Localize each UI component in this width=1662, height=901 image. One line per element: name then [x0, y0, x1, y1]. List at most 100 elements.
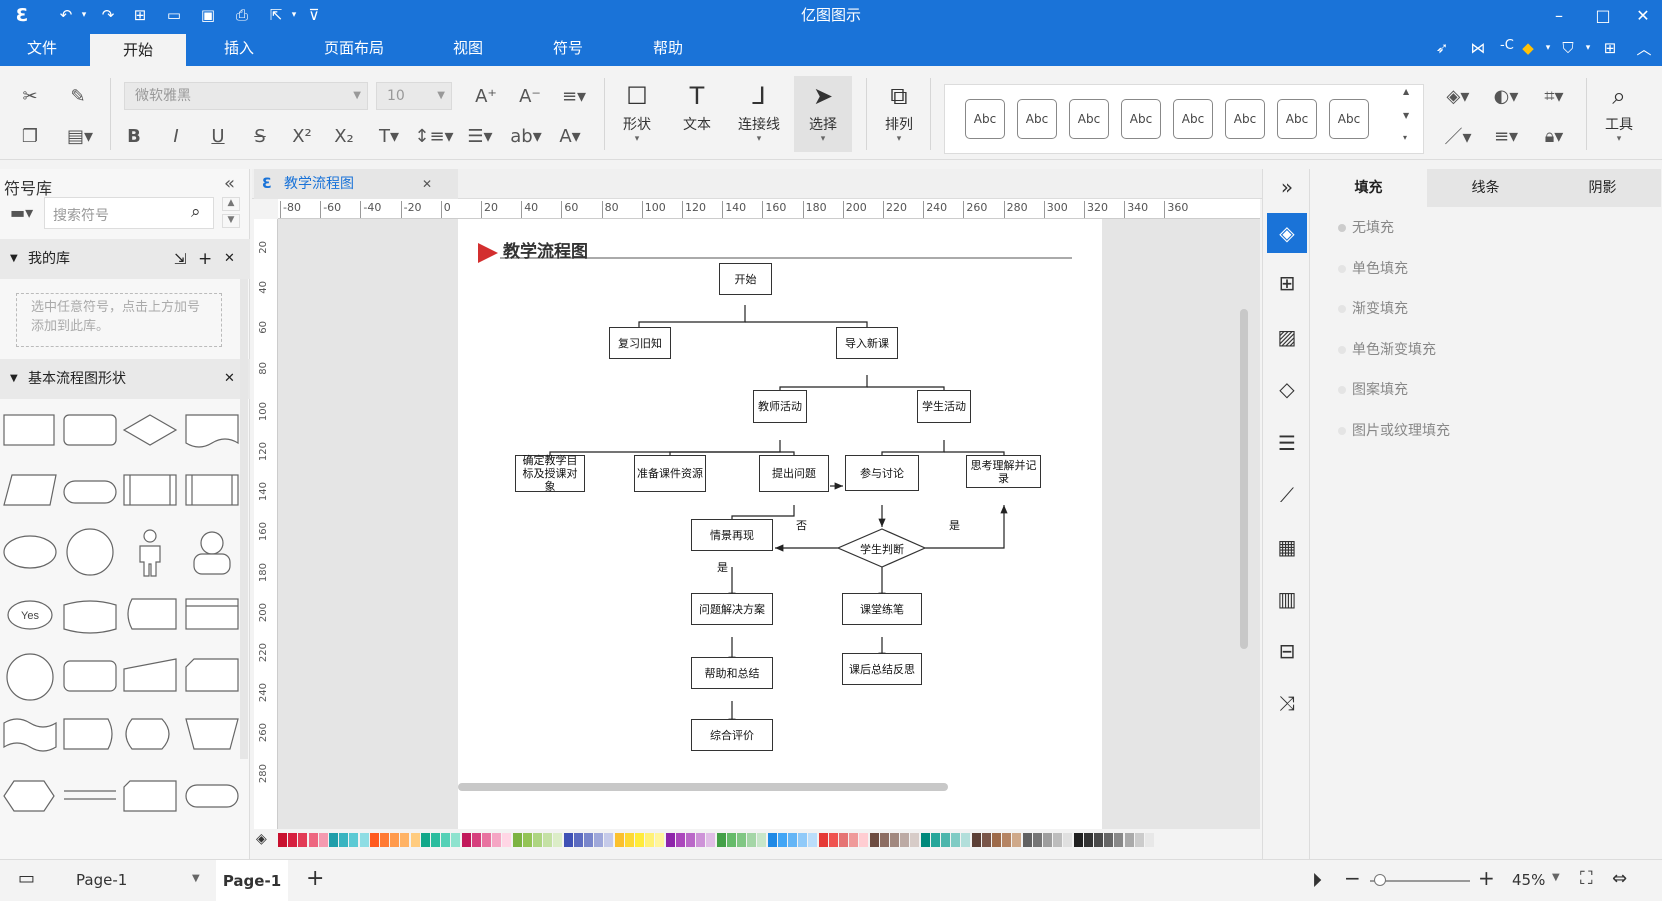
style-swatch[interactable]: Abc [965, 99, 1005, 139]
shape-database[interactable] [63, 600, 117, 634]
color-swatch[interactable] [859, 833, 869, 847]
color-swatch[interactable] [879, 833, 889, 847]
color-swatch[interactable] [492, 833, 502, 847]
color-swatch[interactable] [665, 833, 675, 847]
page-select[interactable]: Page-1 ▼ [76, 871, 206, 889]
fill-option-none[interactable]: 无填充 [1338, 217, 1394, 237]
page-style-icon[interactable]: ⊞ [1269, 265, 1305, 301]
color-swatch[interactable] [1012, 833, 1022, 847]
color-swatch[interactable] [818, 833, 828, 847]
color-swatch[interactable] [543, 833, 553, 847]
color-swatch[interactable] [971, 833, 981, 847]
page-layout-icon[interactable]: ▭ [18, 868, 35, 889]
shape-tape[interactable] [3, 718, 57, 752]
tools-button[interactable]: ⌕ 工具 ▾ [1594, 76, 1644, 152]
connector-tool-button[interactable]: ⅃ 连接线 ▾ [734, 76, 784, 152]
color-swatch[interactable] [624, 833, 634, 847]
color-swatch[interactable] [686, 833, 695, 847]
color-swatch[interactable] [1145, 833, 1154, 847]
close-icon[interactable]: ✕ [224, 239, 235, 279]
node-goal[interactable]: 确定教学目标及授课对象 [515, 454, 585, 493]
color-swatch[interactable] [655, 833, 665, 847]
shuffle-icon[interactable]: ⤨ [1269, 685, 1305, 721]
superscript-icon[interactable]: X² [288, 122, 316, 150]
close-tab-icon[interactable]: ✕ [422, 169, 432, 199]
node-practice[interactable]: 课堂练笔 [842, 593, 922, 625]
zoom-level[interactable]: 45% [1512, 871, 1545, 889]
shape-stored-data[interactable] [127, 598, 177, 630]
color-swatch[interactable] [849, 833, 859, 847]
color-swatch[interactable] [777, 833, 787, 847]
color-swatch[interactable] [451, 833, 461, 847]
color-swatch[interactable] [461, 833, 471, 847]
shape-data[interactable] [3, 474, 57, 506]
line-spacing-icon[interactable]: ↕≡▾ [414, 122, 454, 150]
page-tab[interactable]: Page-1 [216, 860, 288, 901]
fill-option-solid[interactable]: 单色填充 [1338, 258, 1408, 278]
select-tool-button[interactable]: ➤ 选择 ▾ [794, 76, 852, 152]
cut-icon[interactable]: ✂ [16, 82, 44, 110]
scroll-up-icon[interactable]: ▲ [222, 197, 240, 211]
close-button[interactable]: ✕ [1620, 0, 1662, 30]
shape-terminator-2[interactable] [185, 784, 239, 808]
color-swatch[interactable] [512, 833, 522, 847]
color-swatch[interactable] [420, 833, 430, 847]
node-think[interactable]: 思考理解并记录 [966, 455, 1041, 488]
canvas-area[interactable]: 教学流程图 开始 复习旧知 导入新课 教师活动 学生活动 确定教学目标及授课对象… [278, 219, 1260, 829]
add-page-icon[interactable]: + [306, 866, 324, 891]
color-swatch[interactable] [839, 833, 848, 847]
node-scene[interactable]: 情景再现 [691, 519, 773, 551]
node-prepare[interactable]: 准备课件资源 [634, 455, 706, 492]
color-swatch[interactable] [431, 833, 440, 847]
fill-option-picture[interactable]: 图片或纹理填充 [1338, 420, 1450, 440]
color-swatch[interactable] [604, 833, 614, 847]
color-swatch[interactable] [390, 833, 400, 847]
node-teacher[interactable]: 教师活动 [753, 390, 807, 423]
shape-process[interactable] [3, 414, 55, 446]
color-swatch[interactable] [910, 833, 920, 847]
shape-effect-icon[interactable]: ◐▾ [1488, 82, 1524, 110]
basic-flowchart-header[interactable]: ▼ 基本流程图形状 ✕ [0, 359, 250, 399]
node-discuss[interactable]: 参与讨论 [845, 455, 919, 491]
shape-document[interactable] [185, 414, 239, 448]
color-swatch[interactable] [757, 833, 767, 847]
color-swatch[interactable] [584, 833, 593, 847]
style-swatch[interactable]: Abc [1277, 99, 1317, 139]
chart-icon[interactable]: ⟋ [1269, 477, 1305, 513]
color-swatch[interactable] [553, 833, 563, 847]
text-case-icon[interactable]: T▾ [372, 122, 406, 150]
zoom-dropdown-icon[interactable]: ▼ [1552, 872, 1560, 883]
notes-icon[interactable]: ☰ [1269, 425, 1305, 461]
zoom-in-icon[interactable]: + [1478, 866, 1495, 890]
paste-icon[interactable]: ▤▾ [62, 122, 98, 150]
diagram-title[interactable]: 教学流程图 [503, 237, 588, 262]
font-shrink-icon[interactable]: A⁻ [516, 82, 544, 110]
tab-line[interactable]: 线条 [1427, 169, 1544, 207]
layers-icon[interactable]: ◇ [1269, 371, 1305, 407]
color-swatch[interactable] [1104, 833, 1114, 847]
menu-insert[interactable]: 插入 [206, 30, 272, 66]
shape-manual-operation[interactable] [185, 718, 239, 750]
menu-symbol[interactable]: 符号 [538, 30, 598, 66]
document-tab[interactable]: Ɛ 教学流程图 ✕ [254, 169, 458, 199]
user-badge[interactable]: -C [1500, 38, 1514, 53]
color-swatch[interactable] [614, 833, 624, 847]
font-color-icon[interactable]: A▾ [552, 122, 588, 150]
gallery-up-icon[interactable]: ▲ [1403, 87, 1409, 96]
shape-direct-data[interactable] [63, 660, 117, 692]
arrange-button[interactable]: ⧉ 排列 ▾ [874, 76, 924, 152]
gallery-more-icon[interactable]: ▾ [1403, 133, 1407, 142]
color-swatch[interactable] [359, 833, 369, 847]
color-swatch[interactable] [747, 833, 757, 847]
image-icon[interactable]: ▨ [1269, 319, 1305, 355]
shape-decision[interactable] [122, 414, 178, 446]
zoom-out-icon[interactable]: − [1344, 866, 1361, 890]
apps-grid-icon[interactable]: ⊞ [1598, 36, 1622, 60]
color-swatch[interactable] [635, 833, 644, 847]
color-swatch[interactable] [482, 833, 491, 847]
color-swatch[interactable] [930, 833, 940, 847]
color-swatch[interactable] [706, 833, 716, 847]
underline-icon[interactable]: U [204, 122, 232, 150]
outline-icon[interactable]: ⊟ [1269, 633, 1305, 669]
color-swatch[interactable] [1032, 833, 1042, 847]
